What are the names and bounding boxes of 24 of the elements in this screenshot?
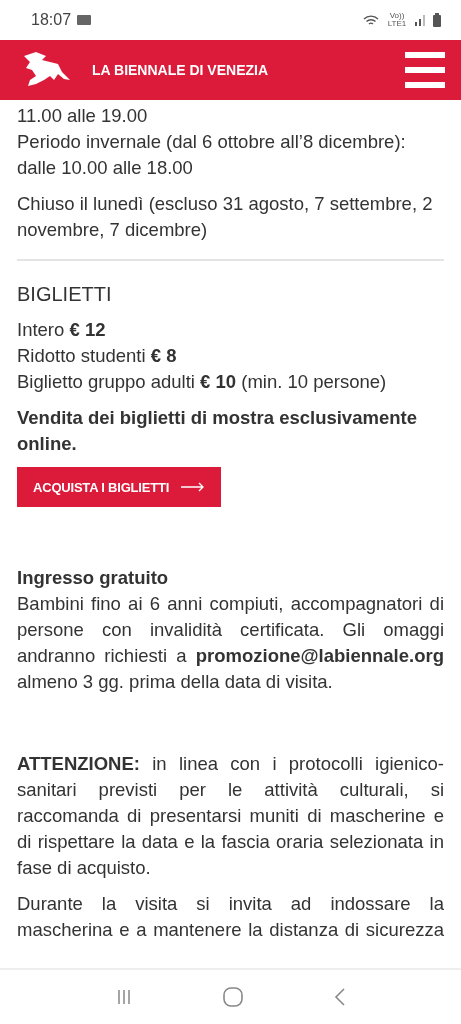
back-icon[interactable] [333, 988, 346, 1006]
home-icon[interactable] [222, 987, 243, 1007]
notification-icon [77, 15, 92, 25]
battery-icon [433, 13, 441, 27]
hours-text: 11.00 alle 19.00 Periodo invernale (dal 6 ottobre all’8 dicembre): dalle 10.00 alle 18.00 [17, 104, 407, 180]
arrow-right-icon [181, 482, 206, 492]
section-heading: BIGLIETTI [17, 282, 113, 307]
recent-apps-icon[interactable] [115, 989, 132, 1005]
sales-notice: Vendita dei biglietti di mostra esclusivamente online. [17, 406, 418, 456]
status-time: 18:07 [31, 11, 72, 29]
price-line: Biglietto gruppo adulti € 10 (min. 10 persone) [17, 371, 387, 392]
free-entry-title: Ingresso gratuito [17, 566, 170, 590]
signal-icon [415, 14, 427, 26]
site-title[interactable]: LA BIENNALE DI VENEZIA [92, 62, 405, 78]
notice-paragraph: Durante la visita si invita ad indossare la mascherina e a mantenere la distanza di sicurezza [17, 892, 444, 942]
network-label: Vo)) LTE1 [386, 12, 408, 28]
price-line: Ridotto studenti € 8 [17, 345, 177, 366]
wifi-icon [363, 13, 379, 27]
free-entry-text: Bambini fino ai 6 anni compiuti, accompagnatori di persone con invalidità certificata. Gli omaggi andranno richiesti a promozione@labiennale.org almeno 3 gg. prima della data di visita. [17, 592, 444, 694]
buy-tickets-button[interactable]: ACQUISTA I BIGLIETTI [17, 467, 222, 507]
menu-icon[interactable] [405, 52, 445, 88]
notice-paragraph: ATTENZIONE: in linea con i protocolli igienico-sanitari previsti per le attività culturali, si raccomanda di presentarsi muniti di mascherine e di rispettare la data e la fascia oraria selezionata in fase di acquisto. [17, 752, 444, 880]
price-line: Intero € 12 [17, 319, 106, 340]
hours-text: Chiuso il lunedì (escluso 31 agosto, 7 settembre, 2 novembre, 7 dicembre) [17, 192, 434, 242]
